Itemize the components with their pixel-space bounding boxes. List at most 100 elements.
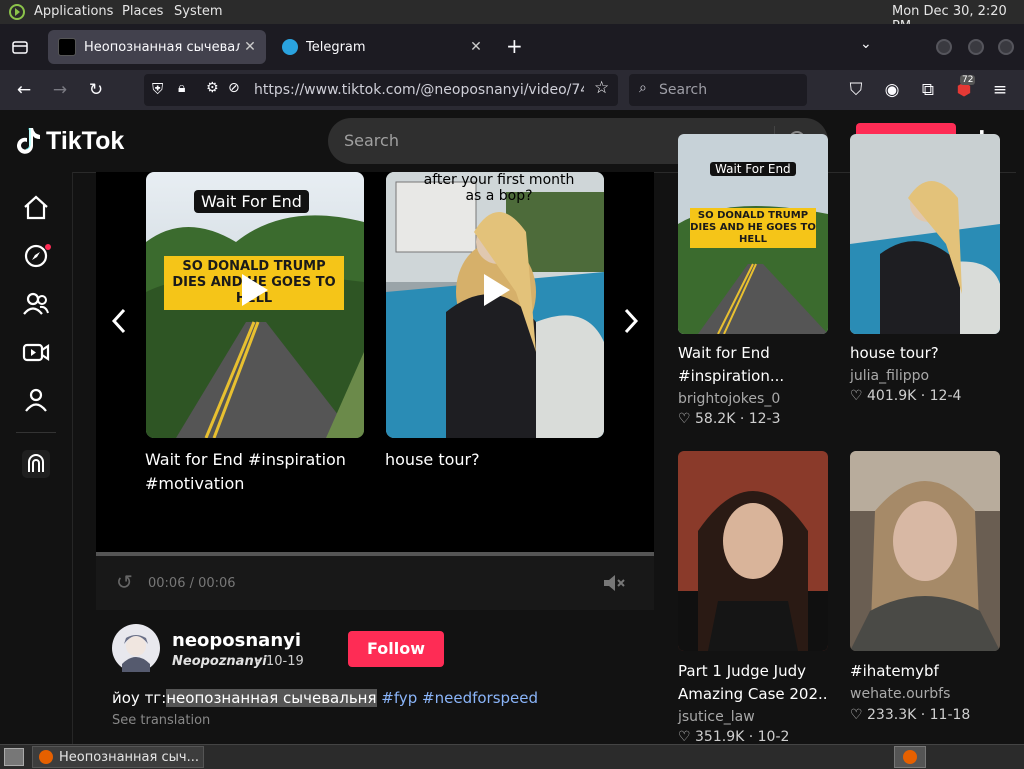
search-icon: ⌕ (639, 80, 647, 96)
firefox-icon (903, 750, 917, 764)
workspace-switcher[interactable] (894, 746, 926, 768)
date-separator: · (256, 654, 261, 669)
author-nickname: Neopoznanyi (172, 654, 267, 669)
related-author[interactable]: brightojokes_0 (678, 391, 780, 407)
related-title[interactable]: #ihatemybf (850, 660, 1000, 683)
author-handle[interactable]: neoposnanyi (172, 630, 301, 651)
related-author[interactable]: wehate.ourbfs (850, 686, 950, 702)
distro-logo-icon[interactable] (8, 3, 26, 21)
carousel-card-title[interactable]: Wait for End #inspiration #motivation (145, 448, 355, 496)
tab-bar: Неопознанная сычевальня ✕ Telegram ✕ + ⌄ (0, 24, 1024, 70)
tab-overview-icon[interactable] (11, 38, 29, 56)
taskbar-window-button[interactable]: Неопознанная сыч... (32, 746, 204, 768)
list-tabs-chevron-icon[interactable]: ⌄ (860, 36, 872, 52)
pocket-icon[interactable]: ⛉ (844, 78, 868, 102)
thumbnail-image (850, 451, 1000, 651)
extensions-icon[interactable]: ⧉ (916, 78, 940, 102)
related-title[interactable]: #inspiration... (678, 365, 828, 388)
related-video-thumbnail[interactable] (850, 451, 1000, 651)
system-menu[interactable]: System (174, 4, 222, 19)
top-panel: Applications Places System Mon Dec 30, 2… (0, 0, 1024, 34)
firefox-icon (39, 750, 53, 764)
live-icon[interactable] (20, 336, 52, 368)
bookmark-star-icon[interactable]: ☆ (594, 78, 609, 98)
related-video-thumbnail[interactable] (850, 134, 1000, 334)
places-menu[interactable]: Places (122, 4, 163, 19)
close-tab-icon[interactable]: ✕ (240, 39, 260, 55)
logo-text: TikTok (46, 126, 125, 155)
video-description: йоу тг:неопознанная сычевальня #fyp #nee… (112, 689, 538, 707)
play-icon[interactable] (240, 272, 270, 308)
related-author[interactable]: julia_filippo (850, 368, 929, 384)
menu-icon[interactable]: ≡ (988, 78, 1012, 102)
selected-text[interactable]: неопознанная сычевальня (166, 689, 377, 707)
profile-icon[interactable] (20, 384, 52, 416)
progress-bar[interactable] (96, 552, 654, 556)
thumbnail-image (850, 134, 1000, 334)
tiktok-logo[interactable]: TikTok (16, 126, 124, 156)
related-stats: ♡ 401.9K · 12-4 (850, 388, 962, 404)
ublock-shortcut-icon[interactable] (20, 448, 52, 480)
tab-label: Telegram (306, 39, 366, 55)
related-video-thumbnail[interactable]: Wait For End SO DONALD TRUMP DIES AND HE… (678, 134, 828, 334)
chevron-right-icon[interactable] (622, 308, 640, 334)
back-icon[interactable]: ← (12, 78, 36, 102)
related-title[interactable]: Wait for End (678, 342, 828, 365)
explore-icon[interactable] (20, 240, 52, 272)
maximize-button[interactable] (968, 39, 984, 55)
chevron-left-icon[interactable] (110, 308, 128, 334)
related-video-thumbnail[interactable] (678, 451, 828, 651)
url-bar[interactable]: ⛨ 🔒︎ ⚙ ⊘ https://www.tiktok.com/@neoposn… (144, 74, 618, 106)
muted-speaker-icon[interactable] (602, 572, 626, 594)
see-translation-link[interactable]: See translation (112, 713, 210, 728)
related-author[interactable]: jsutice_law (678, 709, 755, 725)
minimize-button[interactable] (936, 39, 952, 55)
heart-icon: ♡ (678, 729, 691, 745)
reload-icon[interactable]: ↻ (84, 78, 108, 102)
heart-icon: ♡ (678, 411, 691, 427)
permissions-icon[interactable]: ⚙ (206, 80, 219, 96)
hashtag-link[interactable]: #fyp #needforspeed (381, 689, 538, 707)
tiktok-icon (58, 38, 76, 56)
tab-telegram[interactable]: Telegram ✕ (272, 30, 492, 64)
applications-menu[interactable]: Applications (34, 4, 113, 19)
related-title[interactable]: Amazing Case 202... (678, 683, 828, 706)
home-icon[interactable] (20, 192, 52, 224)
overlay-text: Wait For End (194, 190, 309, 213)
close-tab-icon[interactable]: ✕ (466, 39, 486, 55)
close-window-button[interactable] (998, 39, 1014, 55)
heart-icon: ♡ (850, 388, 863, 404)
avatar[interactable] (112, 624, 160, 672)
tab-tiktok[interactable]: Неопознанная сычевальня ✕ (48, 30, 266, 64)
search-placeholder: Search (344, 131, 399, 150)
divider (16, 432, 56, 433)
taskbar-window-label: Неопознанная сыч... (59, 749, 199, 765)
search-placeholder: Search (659, 82, 708, 98)
related-stats: ♡ 233.3K · 11-18 (850, 707, 971, 723)
video-area: Wait For End SO DONALD TRUMP DIES AND HE… (96, 172, 654, 610)
carousel-card[interactable]: after your first month as a bop? (386, 172, 604, 438)
extension-badge: 72 (960, 75, 976, 85)
account-icon[interactable]: ◉ (880, 78, 904, 102)
player-controls: ↺ 00:06 / 00:06 (96, 552, 654, 610)
related-stats: ♡ 58.2K · 12-3 (678, 411, 781, 427)
shield-icon[interactable]: ⛨ (152, 80, 163, 98)
related-title[interactable]: Part 1 Judge Judy (678, 660, 828, 683)
play-icon[interactable] (482, 272, 512, 308)
related-title[interactable]: house tour? (850, 342, 1000, 365)
scrollbar[interactable] (1016, 172, 1024, 744)
forward-icon[interactable]: → (48, 78, 72, 102)
browser-search-box[interactable]: ⌕ Search (629, 74, 807, 106)
follow-button[interactable]: Follow (348, 631, 444, 667)
carousel-card-title[interactable]: house tour? (385, 448, 595, 472)
replay-icon[interactable]: ↺ (116, 570, 133, 594)
description-text: йоу тг: (112, 689, 167, 707)
show-desktop-icon[interactable] (4, 748, 24, 766)
url-text[interactable]: https://www.tiktok.com/@neoposnanyi/vide… (254, 82, 584, 98)
following-icon[interactable] (20, 288, 52, 320)
tiktok-note-icon (17, 128, 40, 154)
autoplay-blocked-icon[interactable]: ⊘ (228, 80, 240, 96)
new-tab-icon[interactable]: + (506, 34, 523, 58)
carousel-card[interactable]: Wait For End SO DONALD TRUMP DIES AND HE… (146, 172, 364, 438)
lock-icon[interactable]: 🔒︎ (178, 80, 185, 96)
